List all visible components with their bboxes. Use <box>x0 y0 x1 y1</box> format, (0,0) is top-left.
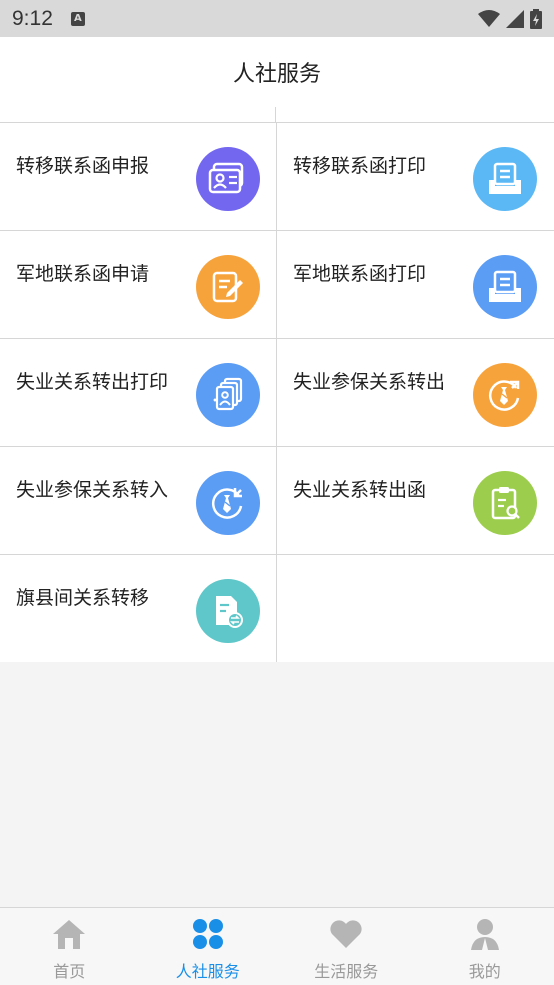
tab-label: 首页 <box>53 962 86 981</box>
printer-icon <box>473 147 537 211</box>
tab-social-services[interactable]: 人社服务 <box>139 908 278 985</box>
grid-row: 失业关系转出打印 失业参保关系转出 <box>0 338 554 446</box>
service-item[interactable]: 失业参保关系转入 <box>0 447 277 554</box>
tab-mine[interactable]: 我的 <box>416 908 554 985</box>
service-label: 失业关系转出打印 <box>16 371 169 393</box>
grid-row: 军地联系函申请 军地联系函打印 <box>0 230 554 338</box>
tab-home[interactable]: 首页 <box>0 908 139 985</box>
grid-row: 旗县间关系转移 <box>0 554 554 662</box>
service-grid: 转移联系函申报 转移联系函打印 军地联系函申请 军地联系函打印 失业关系转出打印… <box>0 107 554 662</box>
tab-life-services[interactable]: 生活服务 <box>277 908 416 985</box>
printer-icon <box>473 255 537 319</box>
heart-icon <box>328 916 364 952</box>
service-label: 失业参保关系转出 <box>293 371 446 393</box>
tab-label: 人社服务 <box>175 962 240 981</box>
four-petal-icon <box>190 916 226 952</box>
service-item[interactable]: 失业关系转出打印 <box>0 339 277 446</box>
tab-label: 我的 <box>468 962 501 981</box>
service-item[interactable]: 军地联系函打印 <box>277 231 554 338</box>
service-item[interactable]: 军地联系函申请 <box>0 231 277 338</box>
tab-label: 生活服务 <box>314 962 379 981</box>
service-label: 失业关系转出函 <box>293 479 427 501</box>
service-label: 失业参保关系转入 <box>16 479 169 501</box>
grid-row: 失业参保关系转入 失业关系转出函 <box>0 446 554 554</box>
service-label: 转移联系函申报 <box>16 155 150 177</box>
grid-row: 转移联系函申报 转移联系函打印 <box>0 122 554 230</box>
edit-note-icon <box>196 255 260 319</box>
clipboard-search-icon <box>473 471 537 535</box>
service-label: 军地联系函申请 <box>16 263 150 285</box>
status-time: 9:12 <box>12 6 53 30</box>
service-item[interactable]: 旗县间关系转移 <box>0 555 277 662</box>
id-card-icon <box>196 147 260 211</box>
page-title: 人社服务 <box>232 62 321 87</box>
service-item[interactable]: 失业参保关系转出 <box>277 339 554 446</box>
file-transfer-icon <box>196 579 260 643</box>
person-icon <box>467 916 503 952</box>
tie-transfer-in-icon <box>196 471 260 535</box>
status-indicators <box>478 8 542 29</box>
empty-cell <box>277 555 554 662</box>
home-icon <box>51 916 87 952</box>
tie-transfer-out-icon <box>473 363 537 427</box>
battery-icon <box>530 8 542 29</box>
wifi-icon <box>478 9 500 27</box>
document-stack-icon <box>196 363 260 427</box>
service-label: 转移联系函打印 <box>293 155 427 177</box>
service-item[interactable]: 转移联系函申报 <box>0 123 277 230</box>
service-label: 军地联系函打印 <box>293 263 427 285</box>
signal-icon <box>506 9 524 28</box>
service-item[interactable]: 转移联系函打印 <box>277 123 554 230</box>
service-item[interactable]: 失业关系转出函 <box>277 447 554 554</box>
status-bar: 9:12 A <box>0 0 554 37</box>
page-header: 人社服务 <box>0 37 554 107</box>
service-label: 旗县间关系转移 <box>16 587 150 609</box>
bottom-tab-bar: 首页 人社服务 生活服务 我的 <box>0 907 554 985</box>
notification-icon: A <box>70 11 85 26</box>
